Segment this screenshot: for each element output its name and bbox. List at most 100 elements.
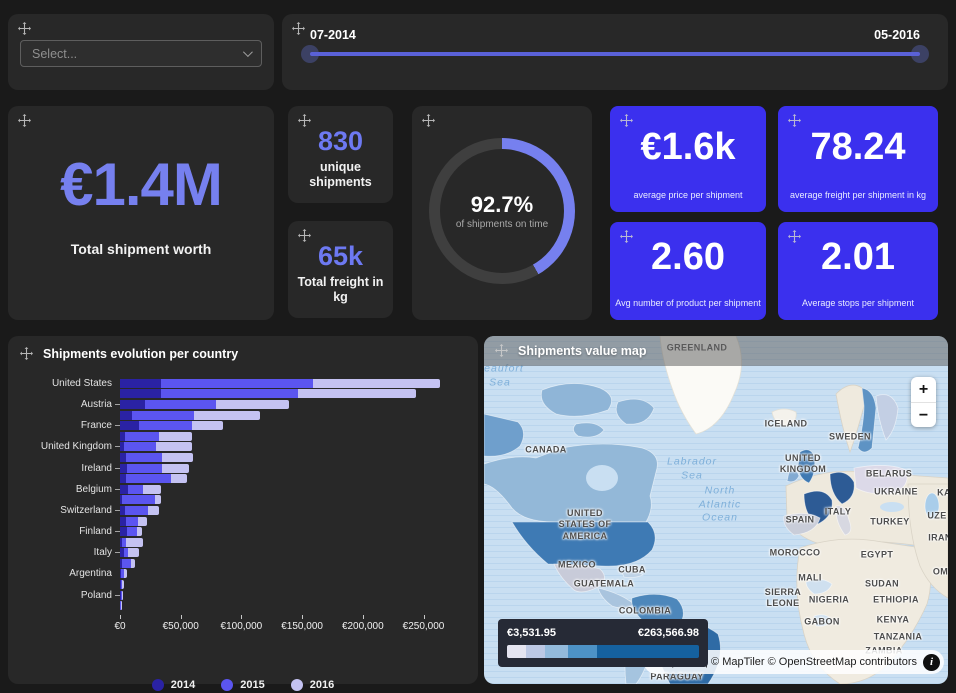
bar-category-label: Italy: [20, 547, 120, 558]
bar-stack: [120, 580, 466, 589]
bar-segment-2015: [125, 432, 159, 441]
bar-row: Italy: [20, 548, 466, 559]
legend-dot: [221, 679, 233, 691]
move-icon[interactable]: [788, 114, 802, 128]
kpi-label: Average stops per shipment: [778, 298, 938, 308]
move-icon[interactable]: [788, 230, 802, 244]
move-icon[interactable]: [298, 229, 312, 243]
bar-segment-2015: [126, 517, 138, 526]
chart-legend: 2014 2015 2016: [20, 679, 466, 691]
slider-track[interactable]: [310, 52, 920, 56]
bar-row: [20, 431, 466, 442]
kpi-total-worth-card: €1.4M Total shipment worth: [8, 106, 274, 320]
bar-segment-2015: [127, 464, 162, 473]
bar-segment-2016: [143, 485, 161, 494]
move-icon[interactable]: [18, 22, 32, 36]
bar-segment-2016: [156, 442, 191, 451]
bar-segment-2016: [124, 569, 127, 578]
kpi-label: Total freight in kg: [288, 275, 393, 305]
bar-segment-2015: [122, 495, 155, 504]
bar-category-label: [20, 393, 120, 394]
bar-stack: [120, 548, 466, 557]
date-range-slider[interactable]: [310, 44, 920, 64]
bar-segment-2015: [128, 485, 143, 494]
bar-category-label: [20, 605, 120, 606]
kpi-label: Total shipment worth: [8, 241, 274, 257]
map-header: Shipments value map: [484, 336, 948, 366]
legend-gradient-step: [507, 645, 526, 658]
legend-item-2014[interactable]: 2014: [152, 679, 195, 691]
bar-segment-2015: [126, 453, 162, 462]
bar-category-label: Finland: [20, 526, 120, 537]
bar-segment-2015: [125, 506, 148, 515]
kpi-label: unique shipments: [288, 160, 393, 190]
bar-category-label: Argentina: [20, 568, 120, 579]
range-end-label: 05-2016: [874, 28, 920, 42]
legend-gradient-step: [597, 645, 699, 658]
legend-item-2015[interactable]: 2015: [221, 679, 264, 691]
bar-stack: [120, 569, 466, 578]
legend-gradient-step: [545, 645, 568, 658]
bar-row: [20, 600, 466, 611]
move-icon[interactable]: [298, 114, 312, 128]
move-icon[interactable]: [620, 114, 634, 128]
country-select[interactable]: Select...: [20, 40, 262, 67]
kpi-label: of shipments on time: [456, 219, 548, 230]
bar-stack: [120, 591, 466, 600]
move-icon[interactable]: [422, 114, 436, 128]
move-icon[interactable]: [292, 22, 306, 36]
zoom-out-button[interactable]: −: [911, 402, 936, 427]
kpi-value: 830: [288, 126, 393, 157]
range-start-label: 07-2014: [310, 28, 356, 42]
legend-label: 2014: [171, 679, 195, 691]
x-axis-tick-label: €0: [114, 621, 125, 632]
bar-segment-2016: [313, 379, 440, 388]
bar-category-label: France: [20, 420, 120, 431]
bar-row: Finland: [20, 526, 466, 537]
bar-row: [20, 389, 466, 400]
bar-row: [20, 495, 466, 506]
zoom-in-button[interactable]: +: [911, 377, 936, 402]
legend-gradient-step: [568, 645, 597, 658]
kpi-avg-freight-card: 78.24 average freight per shipment in kg: [778, 106, 938, 212]
bar-row: [20, 537, 466, 548]
bar-category-label: [20, 499, 120, 500]
legend-dot: [291, 679, 303, 691]
bar-category-label: Belgium: [20, 484, 120, 495]
bar-segment-2015: [126, 474, 171, 483]
select-placeholder: Select...: [32, 47, 77, 61]
info-icon[interactable]: i: [923, 654, 940, 671]
bar-segment-2016: [126, 538, 143, 547]
bar-segment-2014: [120, 485, 128, 494]
bar-segment-2016: [171, 474, 187, 483]
bar-segment-2015: [127, 527, 137, 536]
bar-segment-2016: [122, 580, 124, 589]
bar-segment-2016: [194, 411, 260, 420]
x-axis-tick-label: €250,000: [403, 621, 445, 632]
bar-stack: [120, 442, 466, 451]
bar-stack: [120, 527, 466, 536]
bar-segment-2016: [162, 453, 192, 462]
bar-category-label: [20, 521, 120, 522]
bar-stack: [120, 538, 466, 547]
bar-rows: United StatesAustriaFranceUnited Kingdom…: [20, 378, 466, 611]
legend-item-2016[interactable]: 2016: [291, 679, 334, 691]
bar-stack: [120, 559, 466, 568]
move-icon[interactable]: [20, 347, 34, 361]
move-icon[interactable]: [495, 344, 509, 358]
kpi-value: 65k: [288, 241, 393, 272]
bar-row: Austria: [20, 399, 466, 410]
bar-row: Poland: [20, 590, 466, 601]
move-icon[interactable]: [620, 230, 634, 244]
bar-segment-2014: [120, 389, 161, 398]
bar-category-label: [20, 563, 120, 564]
bar-segment-2016: [162, 464, 189, 473]
move-icon[interactable]: [18, 114, 32, 128]
bar-row: Switzerland: [20, 505, 466, 516]
bar-category-label: [20, 457, 120, 458]
bar-row: Belgium: [20, 484, 466, 495]
x-axis-tick-label: €200,000: [342, 621, 384, 632]
bar-segment-2016: [148, 506, 159, 515]
bar-row: [20, 410, 466, 421]
bar-segment-2016: [121, 601, 122, 610]
